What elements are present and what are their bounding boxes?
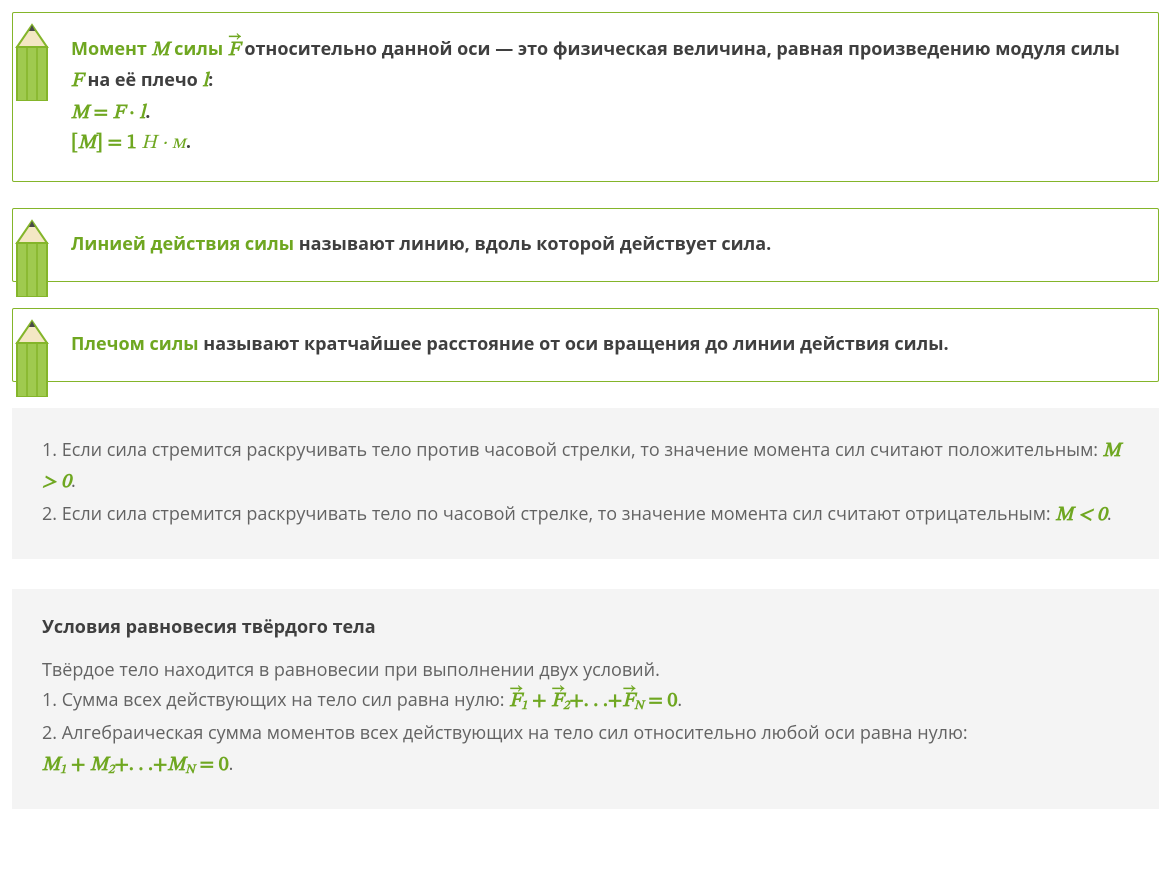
rule-2: 2. Если сила стремится раскручивать тело… — [42, 500, 1129, 531]
cond1-dots: +. . .+ — [569, 691, 622, 711]
rule-1-text: 1. Если сила стремится раскручивать тело… — [42, 438, 1103, 462]
eq-F: F — [113, 103, 125, 123]
condition-1: 1. Сумма всех действующих на тело сил ра… — [42, 686, 1129, 717]
eq-period: . — [145, 100, 150, 124]
eq2-units: Н · м — [137, 133, 186, 153]
definition-text: Линией действия силы называют линию, вдо… — [71, 231, 1130, 259]
eq2-period: . — [186, 130, 191, 154]
equation-moment: M = F · l. — [71, 99, 1130, 127]
eq2-one: 1 — [127, 133, 137, 153]
term-arm: Плечом силы — [71, 332, 199, 356]
equation-units: [M] = 1 Н · м. — [71, 129, 1130, 157]
rule-1-period: . — [71, 469, 76, 493]
eq-M: M — [71, 103, 89, 123]
var-F-vec: F — [228, 35, 240, 66]
definition-card-moment: Момент M силы F относительно данной оси … — [12, 12, 1159, 182]
definition-body: называют линию, вдоль которой действует … — [294, 232, 771, 256]
cond2-plus1: + — [66, 755, 90, 775]
cond1-period: . — [677, 688, 682, 712]
eq2-M: M — [78, 133, 96, 153]
condition-1-text: 1. Сумма всех действующих на тело сил ра… — [42, 688, 509, 712]
term-moment: Момент — [71, 37, 152, 61]
pencil-icon — [11, 219, 53, 297]
note-title: Условия равновесия твёрдого тела — [42, 615, 1129, 639]
equilibrium-intro: Твёрдое тело находится в равновесии при … — [42, 657, 1129, 685]
note-equilibrium: Условия равновесия твёрдого тела Твёрдое… — [12, 589, 1159, 809]
cond1-F1: F — [509, 686, 521, 717]
cond2-eq0: = 0 — [195, 755, 229, 775]
term-moment-mid: силы — [169, 37, 227, 61]
rule-2-math: M < 0 — [1055, 505, 1107, 525]
eq2-close: ] — [96, 133, 103, 153]
cond1-F2: F — [551, 686, 563, 717]
rule-2-text: 2. Если сила стремится раскручивать тело… — [42, 502, 1055, 526]
condition-2-eq: M1 + M2+. . .+MN = 0. — [42, 750, 1129, 781]
cond2-dots: +. . .+ — [114, 755, 167, 775]
condition-2-text: 2. Алгебраическая сумма моментов всех де… — [42, 720, 1129, 748]
definition-card-arm: Плечом силы называют кратчайшее расстоян… — [12, 308, 1159, 382]
definition-body-2: на её плечо — [83, 68, 203, 92]
cond1-FN: F — [622, 686, 634, 717]
definition-colon: : — [208, 68, 213, 92]
cond1-plus1: + — [527, 691, 551, 711]
definition-body-1: относительно данной оси — это физическая… — [240, 37, 1120, 61]
eq-equals: = — [89, 103, 113, 123]
cond1-subN: N — [634, 701, 644, 714]
note-sign-convention: 1. Если сила стремится раскручивать тело… — [12, 408, 1159, 559]
pencil-icon — [11, 23, 53, 101]
definition-text: Момент M силы F относительно данной оси … — [71, 35, 1130, 97]
eq-dot: · — [124, 103, 139, 123]
rule-2-period: . — [1107, 502, 1112, 526]
var-M: M — [152, 40, 170, 60]
eq2-eq: = — [103, 133, 127, 153]
cond2-M1: M — [42, 755, 60, 775]
cond2-period: . — [229, 752, 234, 776]
cond2-M2: M — [90, 755, 108, 775]
definition-card-action-line: Линией действия силы называют линию, вдо… — [12, 208, 1159, 282]
term-action-line: Линией действия силы — [71, 232, 294, 256]
definition-text: Плечом силы называют кратчайшее расстоян… — [71, 331, 1130, 359]
cond2-MN: M — [167, 755, 185, 775]
definition-body: называют кратчайшее расстояние от оси вр… — [199, 332, 949, 356]
rule-1: 1. Если сила стремится раскручивать тело… — [42, 436, 1129, 498]
cond2-subN: N — [185, 764, 195, 777]
var-F: F — [71, 71, 83, 91]
eq2-open: [ — [71, 133, 78, 153]
cond1-eq0: = 0 — [644, 691, 678, 711]
pencil-icon — [11, 319, 53, 397]
